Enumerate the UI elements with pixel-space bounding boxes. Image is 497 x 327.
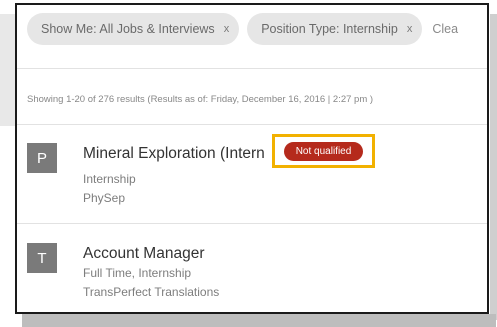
results-count: Showing 1-20 of 276 results (Results as …: [27, 94, 374, 105]
remove-filter-icon[interactable]: x: [407, 23, 413, 35]
company-avatar: P: [27, 143, 57, 173]
company-avatar: T: [27, 243, 57, 273]
job-title-link[interactable]: Mineral Exploration (Intern: [83, 145, 265, 163]
job-type: Internship: [83, 172, 136, 186]
job-title-link[interactable]: Account Manager: [83, 245, 205, 263]
remove-filter-icon[interactable]: x: [224, 23, 230, 35]
company-name: PhySep: [83, 191, 126, 205]
background-panel-left: [0, 14, 16, 126]
background-panel-right: [490, 14, 497, 320]
divider: [17, 124, 487, 125]
filter-chip-label: Show Me: All Jobs & Interviews: [41, 22, 215, 36]
filter-bar: Show Me: All Jobs & Interviews x Positio…: [27, 13, 458, 45]
not-qualified-badge: Not qualified: [284, 142, 363, 161]
filter-chip-position-type[interactable]: Position Type: Internship x: [247, 13, 423, 45]
job-listing[interactable]: P Mineral Exploration (Intern Internship…: [27, 143, 487, 213]
company-name: TransPerfect Translations: [83, 285, 220, 299]
job-type: Full Time, Internship: [83, 266, 192, 280]
divider: [17, 68, 487, 69]
divider: [17, 223, 487, 224]
job-results-panel: Show Me: All Jobs & Interviews x Positio…: [15, 3, 489, 314]
frame-shadow: [22, 314, 496, 327]
job-listing[interactable]: T Account Manager Full Time, Internship …: [27, 243, 487, 305]
clear-filters-link[interactable]: Clea: [432, 22, 458, 36]
filter-chip-show-me[interactable]: Show Me: All Jobs & Interviews x: [27, 13, 240, 45]
screenshot-stage: Show Me: All Jobs & Interviews x Positio…: [0, 0, 497, 327]
highlight-annotation: Not qualified: [272, 134, 375, 168]
filter-chip-label: Position Type: Internship: [261, 22, 398, 36]
